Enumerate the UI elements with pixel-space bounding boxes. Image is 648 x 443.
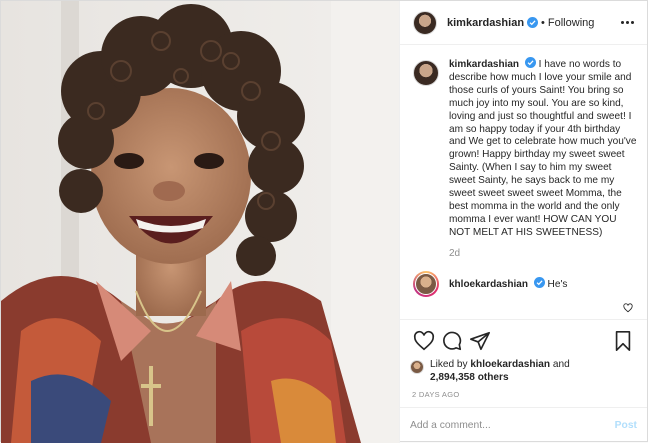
instagram-post: kimkardashian • Following kimkardashian	[0, 0, 648, 443]
post-age[interactable]: 2 DAYS AGO	[412, 390, 637, 399]
profile-avatar[interactable]	[413, 10, 437, 35]
verified-badge-icon	[524, 57, 536, 68]
post-header: kimkardashian • Following	[400, 1, 647, 45]
add-comment-bar: Post	[400, 407, 647, 443]
bookmark-icon[interactable]	[609, 327, 637, 355]
post-side-panel: kimkardashian • Following kimkardashian	[399, 1, 647, 443]
caption-body: kimkardashian I have no words to describ…	[449, 57, 637, 261]
likes-connector: and	[552, 359, 570, 370]
comments-section[interactable]: kimkardashian I have no words to describ…	[400, 45, 647, 319]
comment-icon[interactable]	[438, 327, 466, 355]
caption-username[interactable]: kimkardashian	[449, 59, 519, 70]
caption-text: I have no words to describe how much I l…	[449, 59, 637, 238]
following-button[interactable]: Following	[548, 17, 594, 29]
more-options-icon[interactable]	[617, 21, 637, 24]
header-username[interactable]: kimkardashian	[447, 17, 524, 29]
comment-username[interactable]: khloekardashian	[449, 279, 528, 290]
likes-summary: Liked by khloekardashian and 2,894,358 o…	[410, 358, 637, 384]
action-row	[410, 326, 637, 356]
liker-avatar[interactable]	[410, 360, 424, 374]
liker-username[interactable]: khloekardashian	[470, 359, 550, 370]
separator-dot: •	[541, 16, 545, 29]
child-portrait-image	[1, 1, 399, 443]
comment-avatar[interactable]	[413, 270, 439, 297]
caption: kimkardashian I have no words to describ…	[410, 57, 637, 261]
comment-body: khloekardashian He's	[449, 277, 567, 290]
share-icon[interactable]	[466, 327, 494, 355]
comment-input[interactable]	[410, 420, 615, 431]
post-comment-button[interactable]: Post	[615, 420, 637, 431]
heart-icon[interactable]	[410, 327, 438, 355]
verified-badge-icon	[533, 277, 545, 289]
post-photo[interactable]	[1, 1, 399, 443]
likes-count[interactable]: 2,894,358 others	[430, 372, 509, 383]
likes-prefix: Liked by	[430, 359, 468, 370]
caption-time[interactable]: 2d	[449, 248, 637, 261]
comment-item: khloekardashian He's	[410, 270, 637, 297]
verified-badge-icon	[527, 17, 539, 28]
actions-area: Liked by khloekardashian and 2,894,358 o…	[400, 319, 647, 407]
comment-like-heart-icon[interactable]	[623, 303, 633, 313]
caption-avatar[interactable]	[413, 60, 439, 86]
comment-text: He's	[547, 279, 568, 291]
